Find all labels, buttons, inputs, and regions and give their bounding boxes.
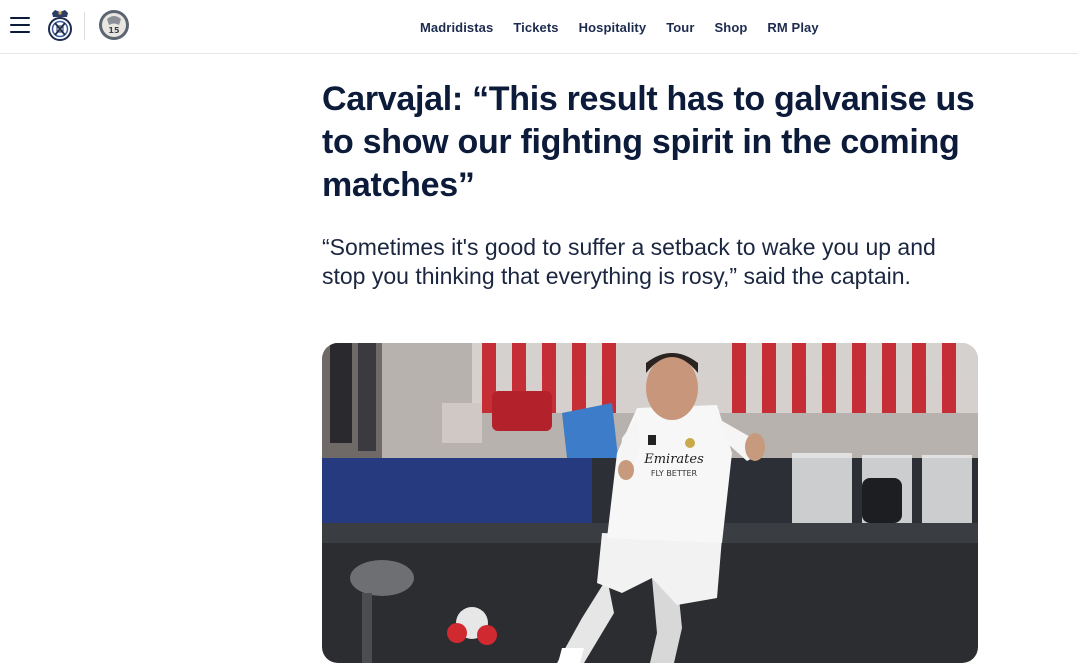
shirt-sponsor-subtext: FLY BETTER	[651, 469, 698, 478]
nav-hospitality[interactable]: Hospitality	[569, 20, 657, 35]
hamburger-menu-icon[interactable]	[10, 17, 30, 33]
article: Carvajal: “This result has to galvanise …	[322, 78, 982, 291]
nav-tickets[interactable]: Tickets	[503, 20, 568, 35]
shirt-sponsor-text: Emirates	[643, 452, 704, 467]
real-madrid-crest-icon[interactable]	[46, 9, 74, 43]
main-nav: Madridistas Tickets Hospitality Tour Sho…	[410, 0, 829, 54]
article-title: Carvajal: “This result has to galvanise …	[322, 80, 975, 204]
header-divider	[84, 12, 85, 40]
nav-shop[interactable]: Shop	[705, 20, 758, 35]
site-header: 15 Madridistas Tickets Hospitality Tour …	[0, 0, 1078, 54]
fifteen-badge-icon[interactable]: 15	[98, 9, 130, 41]
article-hero-image: Emirates FLY BETTER	[322, 343, 978, 663]
badge-number: 15	[108, 26, 120, 35]
article-subtitle: “Sometimes it's good to suffer a setback…	[322, 234, 936, 289]
nav-rm-play[interactable]: RM Play	[757, 20, 828, 35]
nav-madridistas[interactable]: Madridistas	[410, 20, 503, 35]
nav-tour[interactable]: Tour	[656, 20, 704, 35]
